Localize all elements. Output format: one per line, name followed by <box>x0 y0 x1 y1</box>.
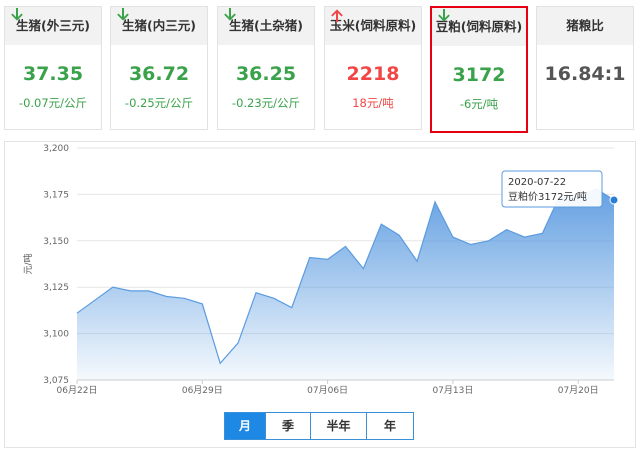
period-tabs: 月 季 半年 年 <box>224 412 414 440</box>
highlight-point <box>609 195 619 205</box>
data-point <box>434 200 437 203</box>
card-title: 猪粮比 <box>537 7 633 45</box>
y-axis-label: 元/吨 <box>22 253 34 274</box>
data-point <box>398 234 401 237</box>
price-chart-panel: 3,075 3,100 3,125 3,150 3,175 3,200 元/吨 06月22日 0… <box>4 141 636 448</box>
card-change: -6元/吨 <box>459 97 499 111</box>
data-point <box>76 312 79 315</box>
data-point <box>344 245 347 248</box>
card-price: 36.72 <box>128 63 190 85</box>
arrow-down-icon <box>224 8 236 21</box>
price-card-pig-grain-ratio[interactable]: 猪粮比 16.84:1 <box>536 6 634 130</box>
data-point <box>541 232 544 235</box>
price-card-soymeal[interactable]: 豆粕(饲料原料) 3172 -6元/吨 <box>430 6 528 133</box>
arrow-up-icon <box>331 9 343 22</box>
data-point <box>237 341 240 344</box>
card-price: 3172 <box>452 64 506 86</box>
arrow-down-icon <box>117 8 129 21</box>
data-point <box>451 236 454 239</box>
data-point <box>326 258 329 261</box>
card-price: 16.84:1 <box>544 63 626 85</box>
tab-quarter[interactable]: 季 <box>265 413 310 439</box>
y-tick-label: 3,075 <box>43 376 69 386</box>
card-change: -0.25元/公斤 <box>124 96 194 110</box>
data-point <box>362 267 365 270</box>
x-tick-label: 07月06日 <box>307 385 348 396</box>
x-tick-label: 07月13日 <box>432 385 473 396</box>
data-point <box>93 299 96 302</box>
price-cards: 生猪(外三元) 37.35 -0.07元/公斤 生猪(内三元) 36.72 -0… <box>0 0 641 140</box>
card-price: 36.25 <box>235 63 297 85</box>
x-tick-label: 06月22日 <box>57 385 98 396</box>
data-point <box>147 289 150 292</box>
y-tick-label: 3,100 <box>43 330 69 340</box>
arrow-down-icon <box>11 8 23 21</box>
tab-year[interactable]: 年 <box>366 413 413 439</box>
x-tick-label: 07月20日 <box>558 385 599 396</box>
card-price: 37.35 <box>22 63 84 85</box>
data-point <box>487 239 490 242</box>
price-card-pig-native[interactable]: 生猪(土杂猪) 36.25 -0.23元/公斤 <box>217 6 315 130</box>
card-change: -0.07元/公斤 <box>18 96 88 110</box>
card-price: 2218 <box>346 63 400 85</box>
tab-month[interactable]: 月 <box>225 413 265 439</box>
data-point <box>523 236 526 239</box>
data-point <box>183 297 186 300</box>
tooltip-value: 豆粕价3172元/吨 <box>508 190 587 203</box>
tab-half-year[interactable]: 半年 <box>310 413 366 439</box>
price-card-pig-outer[interactable]: 生猪(外三元) 37.35 -0.07元/公斤 <box>4 6 102 130</box>
x-tick-label: 06月29日 <box>182 385 223 396</box>
arrow-down-icon <box>438 9 450 22</box>
data-point <box>129 289 132 292</box>
card-change: -0.23元/公斤 <box>231 96 301 110</box>
data-point <box>416 260 419 263</box>
data-point <box>165 295 168 298</box>
data-point <box>255 291 258 294</box>
data-point <box>272 297 275 300</box>
price-chart[interactable]: 3,075 3,100 3,125 3,150 3,175 3,200 元/吨 06月22日 0… <box>5 142 637 449</box>
card-change: 18元/吨 <box>352 96 394 110</box>
data-point <box>380 223 383 226</box>
data-point <box>219 362 222 365</box>
series-area <box>77 188 614 380</box>
y-tick-label: 3,150 <box>43 237 69 247</box>
y-tick-label: 3,125 <box>43 283 69 293</box>
y-tick-label: 3,175 <box>43 190 69 200</box>
y-tick-label: 3,200 <box>43 144 69 154</box>
data-point <box>201 302 204 305</box>
tooltip-date: 2020-07-22 <box>508 177 566 188</box>
data-point <box>290 306 293 309</box>
data-point <box>469 243 472 246</box>
data-point <box>111 286 114 289</box>
data-point <box>505 228 508 231</box>
data-point <box>308 256 311 259</box>
price-card-corn[interactable]: 玉米(饲料原料) 2218 18元/吨 <box>324 6 422 130</box>
price-card-pig-inner[interactable]: 生猪(内三元) 36.72 -0.25元/公斤 <box>110 6 208 130</box>
